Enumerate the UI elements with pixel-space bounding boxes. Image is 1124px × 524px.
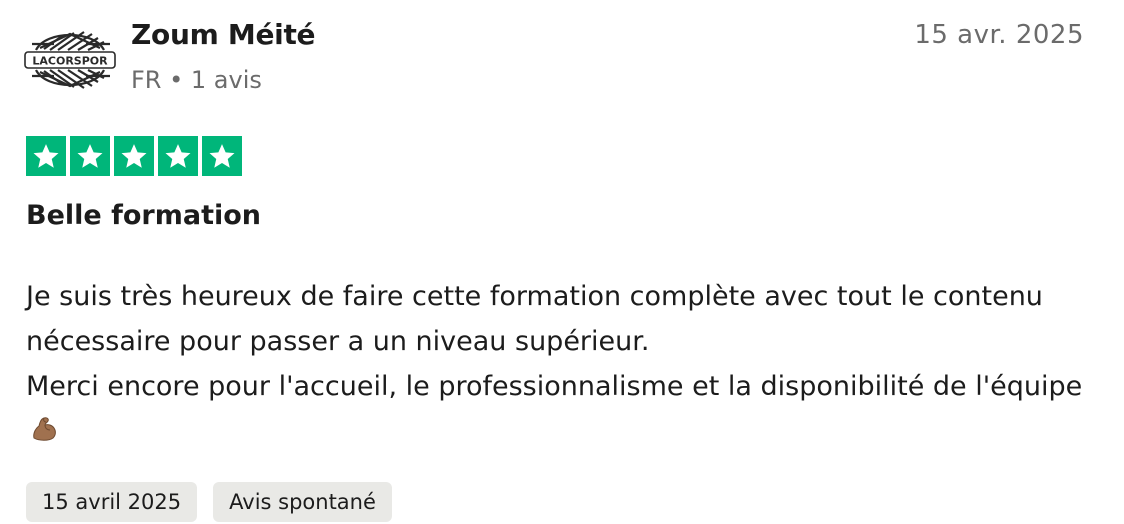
reviewer-meta: FR • 1 avis — [131, 66, 262, 94]
review-body-paragraph-2-text: Merci encore pour l'accueil, le professi… — [26, 371, 1083, 402]
flexed-biceps-icon — [30, 413, 60, 458]
avatar-text: LACORSPOR — [32, 55, 108, 68]
review-tags: 15 avril 2025 Avis spontané — [26, 482, 392, 522]
star-icon — [70, 136, 110, 176]
star-icon — [158, 136, 198, 176]
lacorspor-logo: LACORSPOR — [24, 31, 116, 89]
review-title[interactable]: Belle formation — [26, 200, 261, 231]
star-icon — [26, 136, 66, 176]
star-icon — [202, 136, 242, 176]
review-body: Je suis très heureux de faire cette form… — [26, 274, 1086, 458]
review-date: 15 avr. 2025 — [914, 20, 1084, 50]
reviewer-avatar[interactable]: LACORSPOR — [24, 24, 116, 94]
review-body-paragraph-2: Merci encore pour l'accueil, le professi… — [26, 364, 1086, 458]
star-icon — [114, 136, 154, 176]
review-body-paragraph-1: Je suis très heureux de faire cette form… — [26, 281, 1043, 357]
reviewer-name[interactable]: Zoum Méité — [131, 18, 316, 51]
review-card: LACORSPOR Zoum Méité FR • 1 avis 15 avr.… — [0, 0, 1124, 524]
experience-date-tag: 15 avril 2025 — [26, 482, 198, 522]
star-rating — [26, 136, 242, 176]
review-type-tag[interactable]: Avis spontané — [213, 482, 392, 522]
